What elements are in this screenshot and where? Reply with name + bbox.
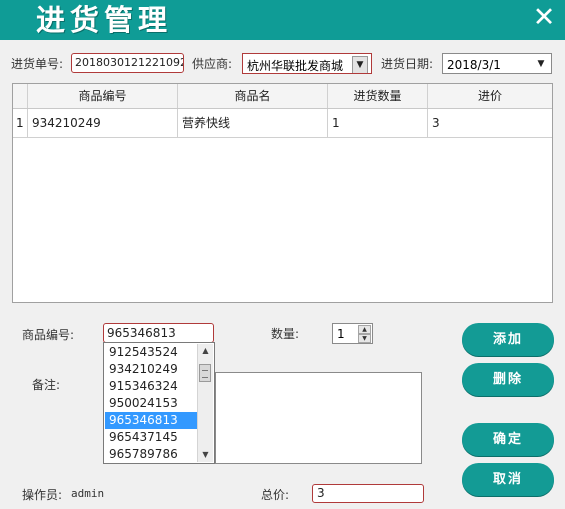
cancel-button[interactable]: 取消 xyxy=(462,463,554,496)
supplier-label: 供应商: xyxy=(192,57,233,71)
chevron-down-icon[interactable]: ▼ xyxy=(352,56,368,73)
chevron-down-icon[interactable]: ▼ xyxy=(534,56,548,72)
grid-header: 商品编号 商品名 进货数量 进价 xyxy=(13,84,552,109)
list-item-selected[interactable]: 965346813 xyxy=(105,412,197,429)
decrement-icon[interactable]: ▼ xyxy=(358,334,371,343)
list-item[interactable]: 965789786 xyxy=(105,446,197,463)
code-input[interactable]: 965346813 xyxy=(103,323,214,343)
supplier-select[interactable]: 杭州华联批发商城 ▼ xyxy=(242,53,372,74)
column-header-price[interactable]: 进价 xyxy=(428,84,552,108)
delete-button[interactable]: 删除 xyxy=(462,363,554,396)
date-label: 进货日期: xyxy=(381,57,434,71)
add-button[interactable]: 添加 xyxy=(462,323,554,356)
cell-price[interactable]: 3 xyxy=(428,109,552,137)
list-item[interactable]: 965437145 xyxy=(105,429,197,446)
scrollbar-thumb[interactable] xyxy=(199,364,211,382)
cell-qty[interactable]: 1 xyxy=(328,109,428,137)
column-header-qty[interactable]: 进货数量 xyxy=(328,84,428,108)
date-picker[interactable]: 2018/3/1 ▼ xyxy=(442,53,552,74)
purchase-dialog: 进货管理 ✕ 进货单号: 20180301212210927 供应商: 杭州华联… xyxy=(0,0,565,509)
order-no-field[interactable]: 20180301212210927 xyxy=(71,53,184,73)
code-suggestion-list[interactable]: 912543524 934210249 915346324 950024153 … xyxy=(103,342,215,464)
qty-label: 数量: xyxy=(271,327,300,341)
scroll-up-icon[interactable]: ▲ xyxy=(198,344,213,358)
remark-textarea[interactable] xyxy=(215,372,422,464)
operator-label: 操作员: xyxy=(22,488,63,502)
date-value: 2018/3/1 xyxy=(447,58,501,72)
order-no-label: 进货单号: xyxy=(11,57,64,71)
quantity-stepper[interactable]: 1 ▲ ▼ xyxy=(332,323,373,344)
list-item[interactable]: 950024153 xyxy=(105,395,197,412)
remark-label: 备注: xyxy=(32,378,61,392)
items-grid[interactable]: 商品编号 商品名 进货数量 进价 1 934210249 营养快线 1 3 xyxy=(12,83,553,303)
list-item[interactable]: 915346324 xyxy=(105,378,197,395)
list-item[interactable]: 912543524 xyxy=(105,344,197,361)
row-index: 1 xyxy=(13,109,28,137)
close-icon[interactable]: ✕ xyxy=(529,2,559,34)
increment-icon[interactable]: ▲ xyxy=(358,325,371,334)
confirm-button[interactable]: 确定 xyxy=(462,423,554,456)
cell-code[interactable]: 934210249 xyxy=(28,109,178,137)
window-title: 进货管理 xyxy=(36,3,173,37)
scroll-down-icon[interactable]: ▼ xyxy=(198,448,213,462)
scrollbar[interactable]: ▲ ▼ xyxy=(197,344,213,462)
total-field[interactable]: 3 xyxy=(312,484,424,503)
row-header-corner xyxy=(13,84,28,108)
cell-name[interactable]: 营养快线 xyxy=(178,109,328,137)
supplier-value: 杭州华联批发商城 xyxy=(247,59,344,73)
column-header-code[interactable]: 商品编号 xyxy=(28,84,178,108)
list-item[interactable]: 934210249 xyxy=(105,361,197,378)
quantity-value: 1 xyxy=(337,327,345,341)
operator-value: admin xyxy=(71,487,105,500)
code-label: 商品编号: xyxy=(22,328,75,342)
column-header-name[interactable]: 商品名 xyxy=(178,84,328,108)
title-bar[interactable]: 进货管理 ✕ xyxy=(0,0,565,40)
total-label: 总价: xyxy=(261,488,290,502)
table-row[interactable]: 1 934210249 营养快线 1 3 xyxy=(13,109,552,138)
